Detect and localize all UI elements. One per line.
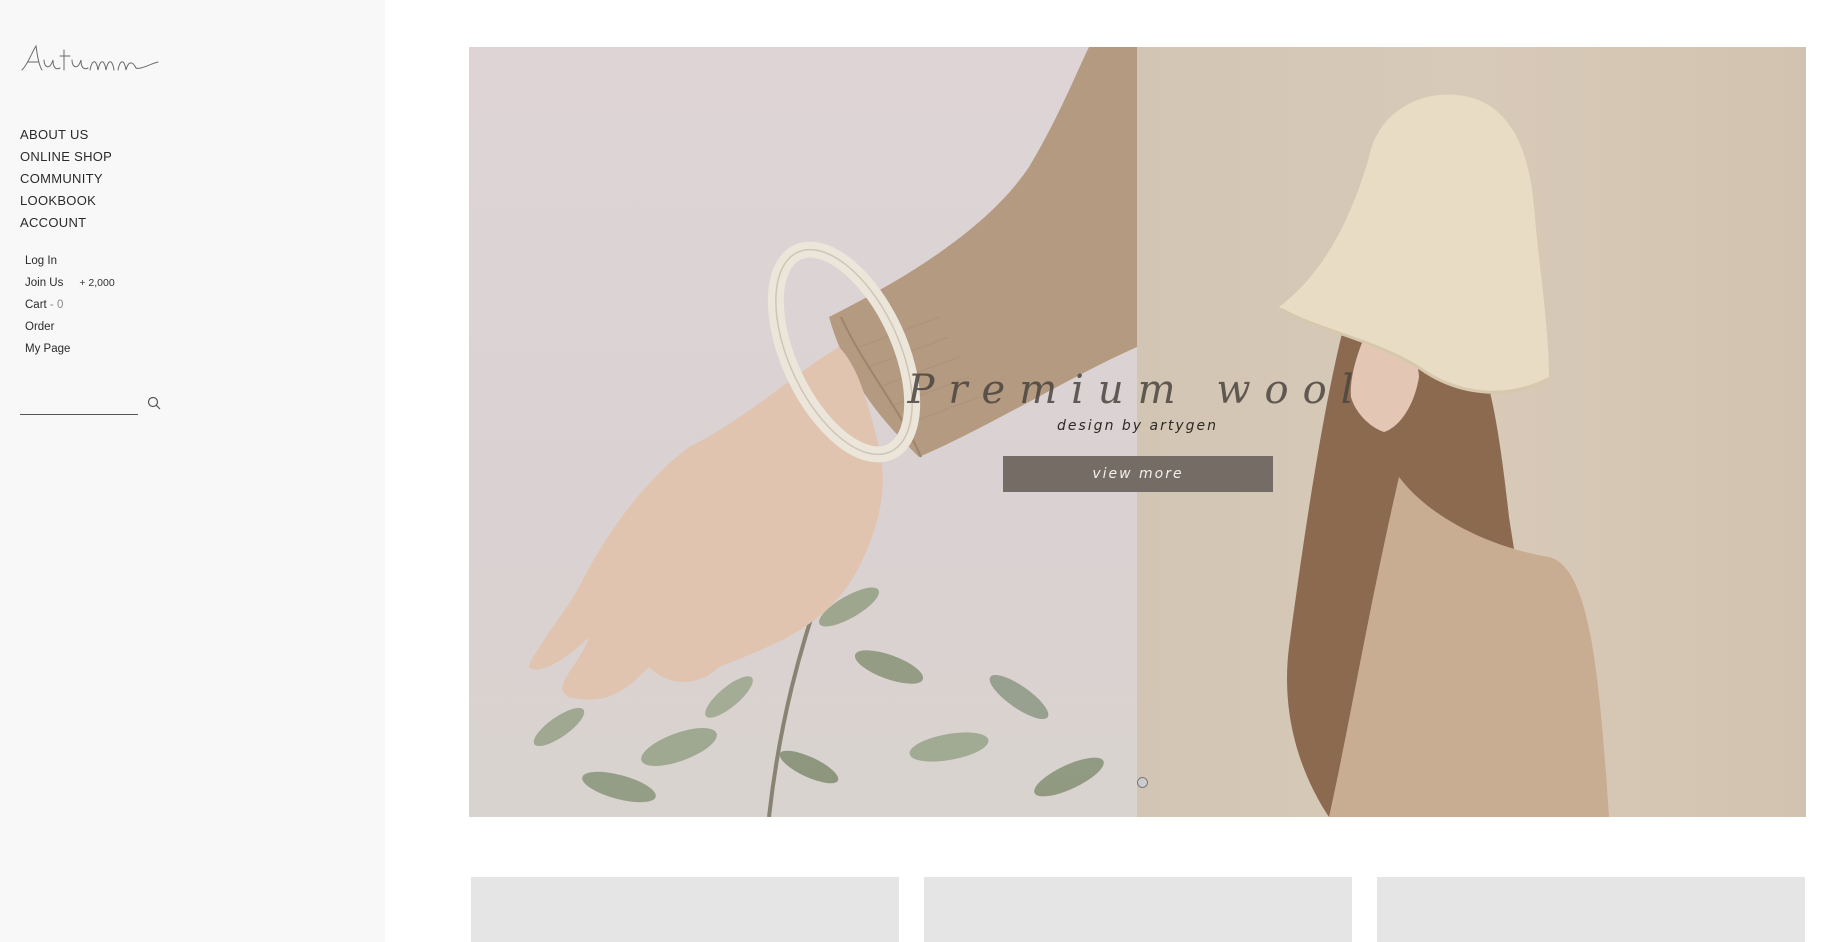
hero-subtitle: design by artygen <box>1057 418 1218 434</box>
hero-slider[interactable]: Premium wool design by artygen view more <box>469 47 1806 817</box>
nav-item-about-us[interactable]: ABOUT US <box>20 124 112 146</box>
slider-dots <box>1137 777 1167 789</box>
product-card[interactable] <box>471 877 899 942</box>
search-icon[interactable] <box>146 395 162 411</box>
join-row: Join Us + 2,000 <box>25 272 115 294</box>
product-card[interactable] <box>924 877 1352 942</box>
logo-script <box>21 44 159 71</box>
mypage-link[interactable]: My Page <box>25 338 115 360</box>
nav-item-community[interactable]: COMMUNITY <box>20 168 112 190</box>
cart-count: - 0 <box>46 299 64 311</box>
cart-label: Cart <box>25 299 47 311</box>
sidebar: ABOUT US ONLINE SHOP COMMUNITY LOOKBOOK … <box>0 0 385 942</box>
account-nav: Log In Join Us + 2,000 Cart - 0 Order My … <box>25 250 115 360</box>
hero-title: Premium wool <box>907 367 1368 413</box>
join-bonus: + 2,000 <box>79 277 115 289</box>
nav-item-account[interactable]: ACCOUNT <box>20 212 112 234</box>
search-box <box>20 393 165 415</box>
login-link[interactable]: Log In <box>25 250 115 272</box>
cart-link[interactable]: Cart - 0 <box>25 294 115 316</box>
logo[interactable] <box>20 42 180 78</box>
nav-item-online-shop[interactable]: ONLINE SHOP <box>20 146 112 168</box>
nav-item-lookbook[interactable]: LOOKBOOK <box>20 190 112 212</box>
join-link[interactable]: Join Us <box>25 277 63 289</box>
order-link[interactable]: Order <box>25 316 115 338</box>
main-nav: ABOUT US ONLINE SHOP COMMUNITY LOOKBOOK … <box>20 124 112 234</box>
search-input[interactable] <box>20 393 138 415</box>
view-more-button[interactable]: view more <box>1003 456 1273 492</box>
product-card[interactable] <box>1377 877 1805 942</box>
